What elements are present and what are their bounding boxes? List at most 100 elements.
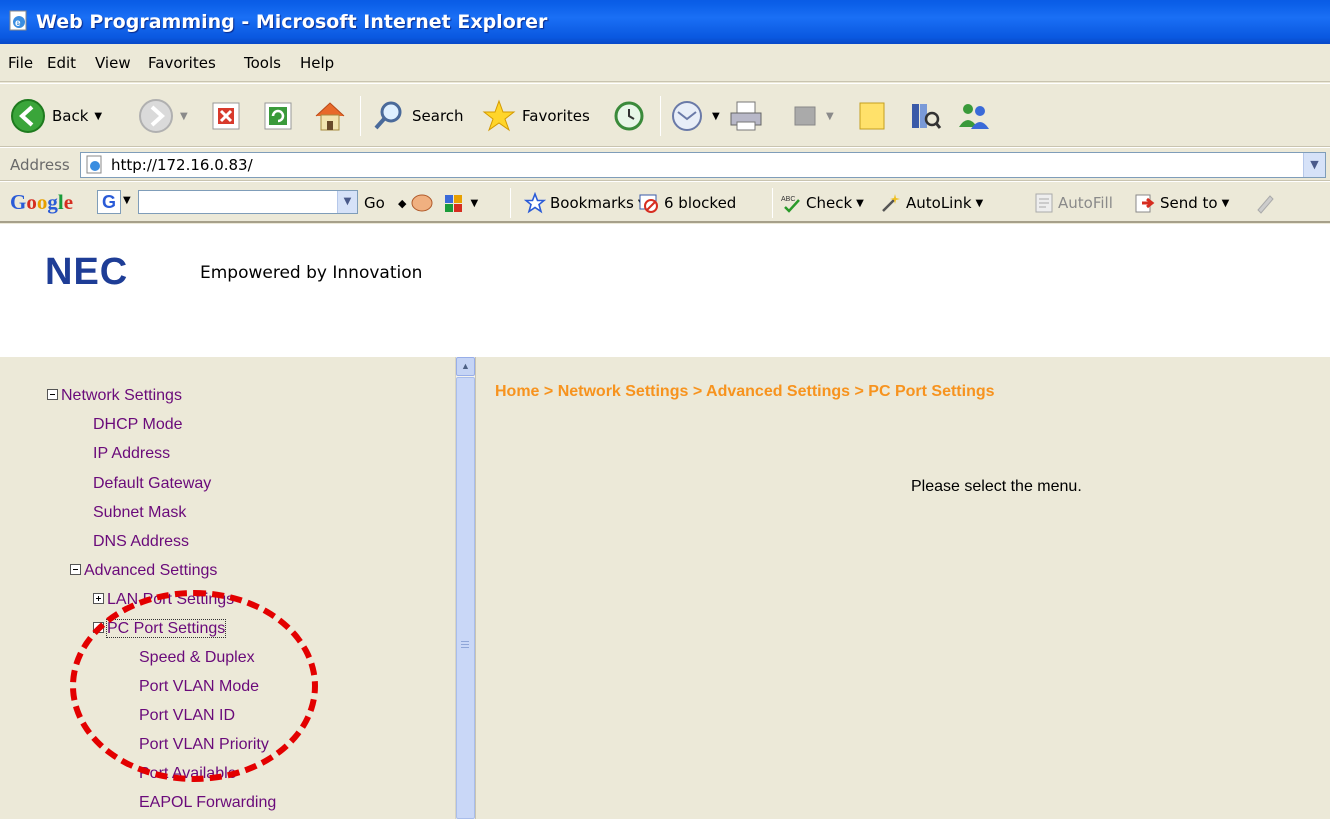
chevron-down-icon[interactable]: ▼ xyxy=(470,198,478,209)
tree-network-settings[interactable]: Network Settings xyxy=(47,385,182,407)
go-label: Go xyxy=(364,194,385,212)
back-button[interactable]: Back ▼ xyxy=(10,96,102,136)
toolbar-separator xyxy=(360,96,361,136)
print-button[interactable] xyxy=(728,96,764,136)
favorites-button[interactable]: Favorites xyxy=(482,96,590,136)
puzzle-icon xyxy=(445,195,463,212)
bookmarks-label: Bookmarks xyxy=(550,194,634,212)
chevron-down-icon[interactable]: ▼ xyxy=(94,111,102,122)
page-content: NEC Empowered by Innovation Network Sett… xyxy=(0,224,1330,819)
chevron-down-icon[interactable]: ▼ xyxy=(976,198,984,209)
autofill-button[interactable]: AutoFill xyxy=(1034,192,1113,214)
ie-page-icon xyxy=(86,155,102,174)
bookmarks-button[interactable]: Bookmarks ▼ xyxy=(524,192,646,214)
google-toolbar: Google G ▼ ▼ Go ◆ ▼ Bookmarks ▼ 6 blocke… xyxy=(0,181,1330,223)
research-books-icon xyxy=(912,104,942,129)
chevron-down-icon[interactable]: ▼ xyxy=(180,111,188,122)
messenger-button[interactable] xyxy=(956,96,992,136)
send-to-icon xyxy=(1135,194,1155,213)
menu-tools[interactable]: Tools xyxy=(244,54,281,72)
highlight-button[interactable] xyxy=(1254,192,1276,214)
svg-text:e: e xyxy=(15,18,21,29)
expand-icon[interactable] xyxy=(93,593,104,605)
stop-button[interactable] xyxy=(210,96,242,136)
history-icon xyxy=(614,101,644,131)
send-to-label: Send to xyxy=(1160,194,1218,212)
google-menu-icon[interactable]: G xyxy=(97,190,121,214)
menu-edit[interactable]: Edit xyxy=(47,54,76,72)
tree-label: Network Settings xyxy=(61,387,182,404)
send-to-button[interactable]: Send to ▼ xyxy=(1134,192,1229,214)
tree-speed-duplex[interactable]: Speed & Duplex xyxy=(139,647,255,669)
home-button[interactable] xyxy=(312,96,348,136)
autolink-label: AutoLink xyxy=(906,194,972,212)
printer-icon xyxy=(730,101,762,131)
address-input[interactable]: http://172.16.0.83/ ▼ xyxy=(80,152,1326,178)
autolink-button[interactable]: AutoLink ▼ xyxy=(880,192,983,214)
popup-blocker-button[interactable]: 6 blocked xyxy=(638,192,736,214)
svg-text:ABC: ABC xyxy=(781,196,795,203)
tree-default-gateway[interactable]: Default Gateway xyxy=(93,473,211,495)
tree-scrollbar[interactable]: ▲ xyxy=(455,357,475,819)
address-dropdown-icon[interactable]: ▼ xyxy=(1303,153,1325,177)
favorites-label: Favorites xyxy=(522,107,590,125)
menu-file[interactable]: File xyxy=(8,54,33,72)
google-logo[interactable]: Google xyxy=(10,190,73,215)
tree-dns-address[interactable]: DNS Address xyxy=(93,531,189,553)
tree-dhcp-mode[interactable]: DHCP Mode xyxy=(93,414,183,436)
breadcrumb: Home > Network Settings > Advanced Setti… xyxy=(495,383,995,400)
chevron-down-icon[interactable]: ▼ xyxy=(712,111,720,122)
menu-view[interactable]: View xyxy=(95,54,131,72)
tree-lan-port-settings[interactable]: LAN Port Settings xyxy=(93,589,234,611)
home-icon xyxy=(315,102,345,131)
spellcheck-button[interactable]: ABC Check ▼ xyxy=(780,192,864,214)
collapse-icon[interactable] xyxy=(70,564,81,576)
chevron-down-icon[interactable]: ▼ xyxy=(1222,198,1230,209)
tree-port-available[interactable]: Port Available xyxy=(139,763,237,785)
chevron-down-icon[interactable]: ▼ xyxy=(123,195,131,206)
scroll-thumb[interactable] xyxy=(456,377,475,819)
back-label: Back xyxy=(52,107,89,125)
google-search-input[interactable]: ▼ xyxy=(138,190,358,214)
tagline: Empowered by Innovation xyxy=(200,263,423,283)
search-button[interactable]: Search xyxy=(372,96,464,136)
go-button[interactable]: Go xyxy=(364,192,385,214)
menu-bar: File Edit View Favorites Tools Help xyxy=(0,44,1330,82)
tree-subnet-mask[interactable]: Subnet Mask xyxy=(93,502,186,524)
toolbar-separator xyxy=(772,188,773,218)
tree-advanced-settings[interactable]: Advanced Settings xyxy=(70,560,217,582)
tree-port-vlan-priority[interactable]: Port VLAN Priority xyxy=(139,734,269,756)
google-options-button[interactable]: ◆ ▼ xyxy=(398,192,478,214)
main-pane: Home > Network Settings > Advanced Setti… xyxy=(481,357,1330,819)
tree-eapol-forwarding[interactable]: EAPOL Forwarding xyxy=(139,792,276,814)
tree-label: PC Port Settings xyxy=(105,619,227,638)
notes-button[interactable] xyxy=(856,96,888,136)
scroll-up-arrow-icon[interactable]: ▲ xyxy=(456,357,475,376)
forward-button[interactable]: ▼ xyxy=(138,96,188,136)
research-button[interactable] xyxy=(908,96,942,136)
tree-pc-port-settings[interactable]: PC Port Settings xyxy=(93,618,227,640)
popup-blocked-icon xyxy=(639,194,658,213)
double-arrow-icon: ◆ xyxy=(398,196,407,210)
star-icon xyxy=(482,99,516,132)
menu-favorites[interactable]: Favorites xyxy=(148,54,216,72)
stop-icon xyxy=(212,102,240,130)
tree-port-vlan-id[interactable]: Port VLAN ID xyxy=(139,705,235,727)
tree-port-vlan-mode[interactable]: Port VLAN Mode xyxy=(139,676,259,698)
address-bar: Address http://172.16.0.83/ ▼ xyxy=(0,147,1330,181)
refresh-button[interactable] xyxy=(262,96,294,136)
history-button[interactable] xyxy=(612,96,646,136)
collapse-icon[interactable] xyxy=(47,389,58,401)
check-label: Check xyxy=(806,194,853,212)
chevron-down-icon[interactable]: ▼ xyxy=(856,198,864,209)
menu-help[interactable]: Help xyxy=(300,54,334,72)
autolink-wand-icon xyxy=(882,194,900,212)
tree-ip-address[interactable]: IP Address xyxy=(93,443,170,465)
edit-icon xyxy=(794,106,816,126)
pagerank-icon xyxy=(411,194,433,212)
chevron-down-icon[interactable]: ▼ xyxy=(826,111,834,122)
mail-button[interactable]: ▼ xyxy=(670,96,720,136)
google-search-dropdown-icon[interactable]: ▼ xyxy=(337,191,357,213)
edit-button[interactable]: ▼ xyxy=(790,96,834,136)
collapse-icon[interactable] xyxy=(93,622,104,634)
